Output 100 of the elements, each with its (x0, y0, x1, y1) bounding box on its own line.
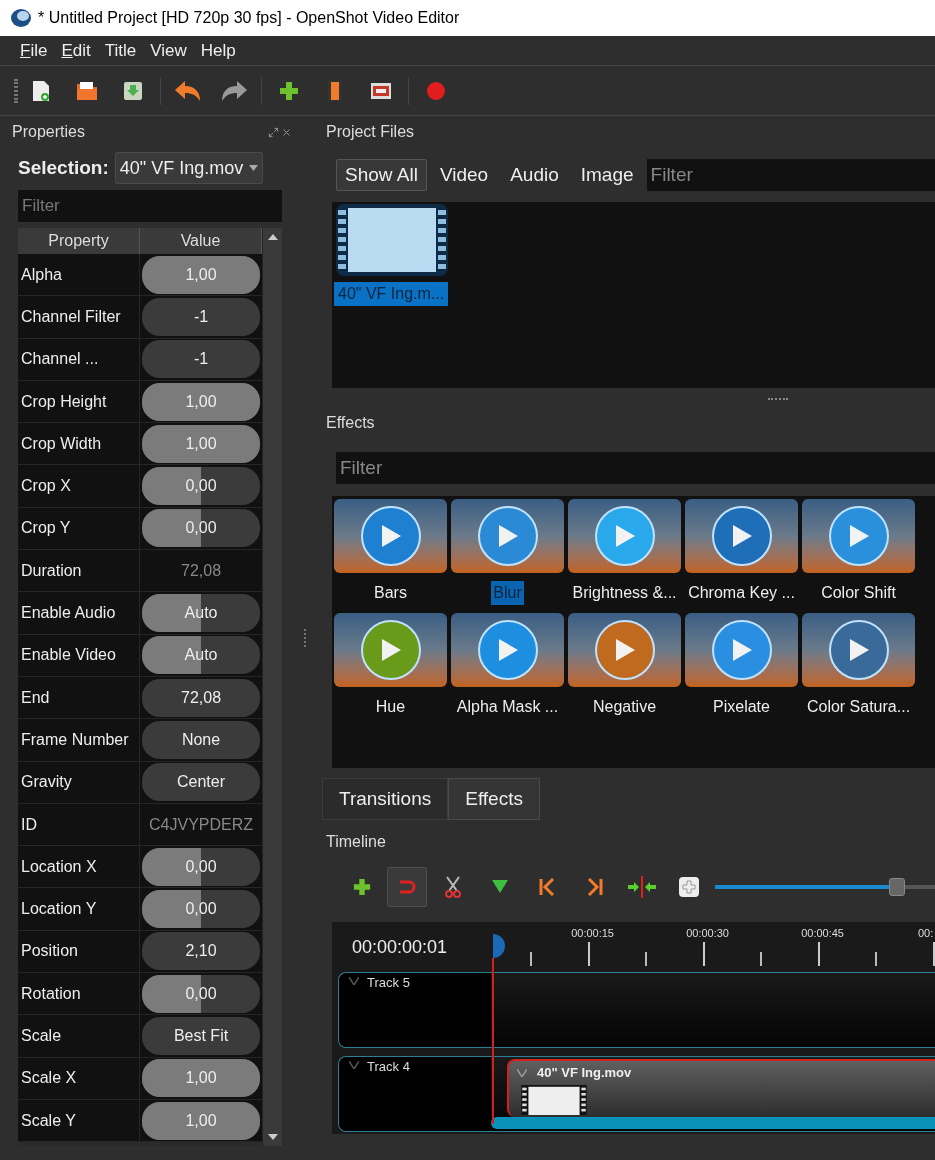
playhead-handle-icon[interactable] (492, 934, 506, 958)
scrollbar[interactable] (262, 228, 282, 1146)
filter-field[interactable]: Filter (18, 190, 282, 222)
effect-name[interactable]: Chroma Key ... (686, 581, 797, 605)
property-name: End (18, 676, 141, 719)
effect-name[interactable]: Bars (372, 581, 409, 605)
selection-dropdown[interactable]: 40" VF Ing.mov (114, 152, 264, 184)
property-name: Position (18, 930, 141, 973)
value-field[interactable]: Center (142, 763, 260, 802)
filter-field[interactable]: Filter (336, 452, 935, 484)
selection-label: Selection: (18, 155, 109, 180)
toolbar-grip-icon (14, 78, 18, 103)
menu-item[interactable]: File (20, 37, 48, 64)
panel-title: Effects (326, 413, 375, 433)
value-field[interactable]: None (142, 720, 260, 759)
track-name: Track 5 (367, 974, 410, 992)
float-icon[interactable] (268, 126, 279, 138)
filter-tab[interactable]: Image (571, 159, 643, 191)
property-name: Rotation (18, 973, 141, 1015)
effect-name[interactable]: Pixelate (711, 695, 772, 719)
effect-thumbnail[interactable] (568, 613, 681, 687)
effect-name[interactable]: Color Shift (819, 581, 898, 605)
effect-thumbnail[interactable] (802, 613, 915, 687)
menu-item[interactable]: Title (104, 37, 137, 64)
value-slider[interactable]: 1,00 (142, 255, 260, 294)
value-field[interactable]: -1 (142, 340, 260, 379)
filter-tab[interactable]: Audio (501, 159, 568, 191)
property-name: Enable Audio (18, 592, 141, 634)
effect-thumbnail[interactable] (685, 499, 798, 573)
property-name: Gravity (18, 761, 141, 803)
ruler-label: 00: (918, 926, 934, 941)
property-name: Duration (18, 550, 141, 592)
panel-title: Properties (12, 122, 85, 142)
panel-tab[interactable]: Effects (448, 778, 540, 820)
effect-thumbnail[interactable] (334, 613, 447, 687)
track-name: Track 4 (367, 1058, 410, 1076)
effect-thumbnail[interactable] (334, 499, 447, 573)
effect-name[interactable]: Hue (373, 695, 408, 719)
property-name: Channel ... (18, 338, 141, 380)
window-title: * Untitled Project [HD 720p 30 fps] - OpenShot Video Editor (38, 8, 460, 28)
value-field[interactable]: Best Fit (142, 1017, 260, 1055)
value-slider[interactable]: 1,00 (142, 1101, 260, 1140)
effect-name[interactable]: Alpha Mask ... (454, 695, 561, 719)
menu-item[interactable]: Edit (61, 37, 91, 64)
value-slider[interactable]: 1,00 (142, 1059, 260, 1098)
effect-thumbnail[interactable] (451, 499, 564, 573)
effect-thumbnail[interactable] (685, 613, 798, 687)
panel-title: Timeline (326, 832, 386, 852)
property-name: Crop Width (18, 423, 141, 465)
value-slider[interactable]: 0,00 (142, 467, 260, 506)
menu-item[interactable]: Help (200, 37, 236, 64)
value-field[interactable]: 72,08 (142, 678, 260, 717)
property-name: Scale (18, 1015, 141, 1057)
video-file-icon[interactable] (336, 204, 448, 276)
effect-name[interactable]: Brightness &... (570, 581, 679, 605)
splitter-handle[interactable] (767, 398, 788, 400)
property-name: Crop X (18, 465, 141, 507)
value-slider[interactable]: 1,00 (142, 382, 260, 421)
property-name: Location Y (18, 888, 141, 930)
property-name: Crop Y (18, 507, 141, 550)
zoom-slider[interactable] (714, 877, 935, 897)
panel-tab[interactable]: Transitions (322, 778, 449, 820)
clip[interactable]: 40" VF Ing.mov (507, 1059, 935, 1117)
panel-title: Project Files (326, 122, 415, 142)
value-slider[interactable]: 0,00 (142, 847, 260, 886)
value-slider[interactable]: 0,00 (142, 890, 260, 929)
value-slider[interactable]: Auto (142, 636, 260, 675)
filter-tab[interactable]: Show All (336, 159, 427, 191)
value-field[interactable]: -1 (142, 297, 260, 336)
collapse-caret-icon (349, 977, 359, 985)
value-slider[interactable]: 1,00 (142, 424, 260, 463)
property-name: Enable Video (18, 634, 141, 676)
ruler-label: 00:00:45 (801, 926, 844, 941)
property-name: Channel Filter (18, 296, 141, 338)
effect-thumbnail[interactable] (802, 499, 915, 573)
value-text: 72,08 (180, 560, 223, 581)
value-field[interactable]: 2,10 (142, 932, 260, 971)
value-slider[interactable]: Auto (142, 594, 260, 633)
property-name: Scale X (18, 1057, 141, 1099)
menu-item[interactable]: View (150, 37, 187, 64)
caret-icon (249, 165, 259, 171)
collapse-caret-icon (349, 1061, 359, 1069)
snap-toggle[interactable] (387, 867, 427, 907)
effect-thumbnail[interactable] (451, 613, 564, 687)
magnet-icon (398, 880, 417, 894)
zoom-slider-thumb[interactable] (888, 878, 905, 896)
close-icon[interactable] (281, 126, 292, 138)
effect-name[interactable]: Color Satura... (804, 695, 913, 719)
value-slider[interactable]: 0,00 (142, 509, 260, 548)
property-name: Alpha (18, 254, 141, 296)
property-name: ID (18, 803, 141, 846)
property-name: Frame Number (18, 719, 141, 761)
filter-tab[interactable]: Video (430, 159, 498, 191)
splitter-handle[interactable] (304, 629, 306, 647)
filter-field[interactable]: Filter (646, 159, 935, 191)
property-name: Scale Y (18, 1099, 141, 1142)
ruler-label: 00:00:30 (686, 926, 729, 941)
value-slider[interactable]: 0,00 (142, 974, 260, 1013)
effect-thumbnail[interactable] (568, 499, 681, 573)
effect-name[interactable]: Negative (590, 695, 659, 719)
